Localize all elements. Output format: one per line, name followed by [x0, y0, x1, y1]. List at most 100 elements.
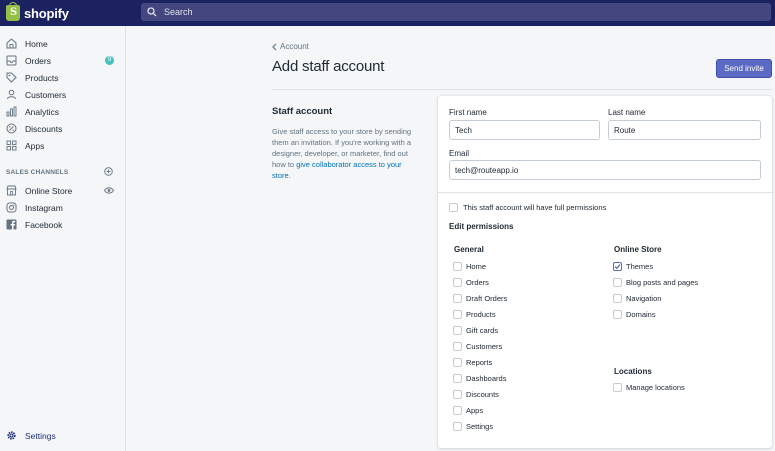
search-icon — [147, 7, 157, 17]
sidebar-item-label: Apps — [25, 140, 45, 151]
sidebar-item-label: Products — [25, 72, 59, 83]
permission-checkbox[interactable] — [453, 262, 462, 271]
permission-checkbox[interactable] — [453, 310, 462, 319]
permission-label: Dashboards — [466, 374, 507, 383]
permission-label: Blog posts and pages — [626, 278, 699, 287]
email-label: Email — [449, 149, 470, 158]
permission-label: Gift cards — [466, 326, 499, 335]
store-icon — [6, 185, 17, 196]
sidebar-item-label: Home — [25, 38, 48, 49]
full-permissions-label: This staff account will have full permis… — [463, 203, 607, 212]
permission-checkbox[interactable] — [453, 374, 462, 383]
tag-icon — [6, 72, 17, 83]
permission-checkbox[interactable] — [453, 342, 462, 351]
permission-label: Products — [466, 310, 496, 319]
sidebar-item-label: Settings — [25, 430, 56, 441]
checkmark-icon — [614, 264, 621, 270]
sidebar-item-discounts[interactable]: Discounts — [0, 120, 126, 137]
sidebar-item-label: Analytics — [25, 106, 60, 117]
sidebar-item-settings[interactable]: Settings — [0, 427, 126, 444]
search-input[interactable] — [164, 7, 564, 17]
gear-icon — [7, 431, 16, 440]
eye-icon[interactable] — [104, 186, 114, 195]
permission-label: Reports — [466, 358, 493, 367]
facebook-icon — [6, 219, 17, 230]
instagram-icon — [6, 202, 17, 213]
breadcrumb-label: Account — [280, 42, 309, 51]
permission-label: Draft Orders — [466, 294, 508, 303]
add-channel-icon[interactable] — [104, 167, 113, 176]
edit-permissions-title: Edit permissions — [449, 222, 514, 231]
permission-checkbox[interactable] — [613, 383, 622, 392]
sidebar-item-label: Discounts — [25, 123, 63, 134]
permission-label: Home — [466, 262, 487, 271]
sidebar-item-facebook[interactable]: Facebook — [0, 216, 126, 233]
orders-icon — [6, 55, 17, 66]
permission-checkbox[interactable] — [453, 406, 462, 415]
brand-name: shopify — [24, 5, 69, 21]
sales-channels-heading: SALES CHANNELS — [6, 169, 69, 176]
permission-checkbox[interactable] — [613, 310, 622, 319]
staff-section-description: Give staff access to your store by sendi… — [272, 126, 414, 181]
staff-form-card: First name Last name Email This staff ac… — [438, 96, 772, 448]
first-name-label: First name — [449, 108, 487, 117]
staff-section-title: Staff account — [272, 106, 333, 117]
sidebar-item-orders[interactable]: Orders 9 — [0, 52, 126, 69]
last-name-label: Last name — [608, 108, 646, 117]
permission-label: Apps — [466, 406, 484, 415]
permission-checkbox[interactable] — [613, 278, 622, 287]
permission-label: Orders — [466, 278, 489, 287]
brand[interactable]: S shopify — [0, 0, 126, 26]
permission-checkbox[interactable] — [453, 390, 462, 399]
permission-label: Settings — [466, 422, 494, 431]
send-invite-button[interactable]: Send invite — [716, 59, 772, 78]
sidebar-item-label: Customers — [25, 89, 67, 100]
locations-permissions-title: Locations — [614, 367, 652, 376]
card-divider — [438, 192, 772, 193]
home-icon — [6, 38, 17, 49]
email-field[interactable] — [449, 160, 761, 180]
sidebar-item-label: Instagram — [25, 202, 63, 213]
chart-icon — [6, 106, 17, 117]
permission-checkbox[interactable] — [453, 358, 462, 367]
discount-icon — [6, 123, 17, 134]
sidebar-item-online-store[interactable]: Online Store — [0, 182, 126, 199]
permission-label: Themes — [626, 262, 654, 271]
permission-checkbox[interactable] — [453, 294, 462, 303]
sidebar-item-label: Facebook — [25, 219, 63, 230]
sidebar-item-instagram[interactable]: Instagram — [0, 199, 126, 216]
shopify-logo-icon: S — [6, 2, 20, 21]
first-name-field[interactable] — [449, 120, 600, 140]
sidebar-item-apps[interactable]: Apps — [0, 137, 126, 154]
online-store-permissions-title: Online Store — [614, 245, 662, 254]
permission-label: Manage locations — [626, 383, 685, 392]
orders-count-badge: 9 — [105, 56, 114, 65]
top-bar: S shopify — [0, 0, 775, 26]
header-divider — [272, 89, 772, 90]
search-bar[interactable] — [141, 3, 771, 21]
sidebar-item-analytics[interactable]: Analytics — [0, 103, 126, 120]
full-permissions-checkbox[interactable] — [449, 203, 458, 212]
chevron-left-icon — [272, 43, 277, 50]
permission-label: Domains — [626, 310, 656, 319]
person-icon — [7, 89, 16, 100]
sidebar: Home Orders 9 Products Customers Analyti… — [0, 26, 126, 451]
permission-checkbox[interactable] — [453, 326, 462, 335]
apps-icon — [6, 140, 17, 151]
permission-checkbox[interactable] — [613, 262, 622, 271]
description-end: . — [288, 171, 291, 180]
sidebar-item-customers[interactable]: Customers — [0, 86, 126, 103]
permission-checkbox[interactable] — [613, 294, 622, 303]
permission-checkbox[interactable] — [453, 278, 462, 287]
sidebar-item-label: Online Store — [25, 185, 73, 196]
last-name-field[interactable] — [608, 120, 761, 140]
permission-label: Customers — [466, 342, 503, 351]
permission-checkbox[interactable] — [453, 422, 462, 431]
breadcrumb-back-link[interactable]: Account — [271, 42, 309, 51]
permission-label: Discounts — [466, 390, 499, 399]
sidebar-item-label: Orders — [25, 55, 51, 66]
sidebar-item-home[interactable]: Home — [0, 35, 126, 52]
page-title: Add staff account — [272, 58, 385, 75]
sidebar-item-products[interactable]: Products — [0, 69, 126, 86]
general-permissions-title: General — [454, 245, 484, 254]
